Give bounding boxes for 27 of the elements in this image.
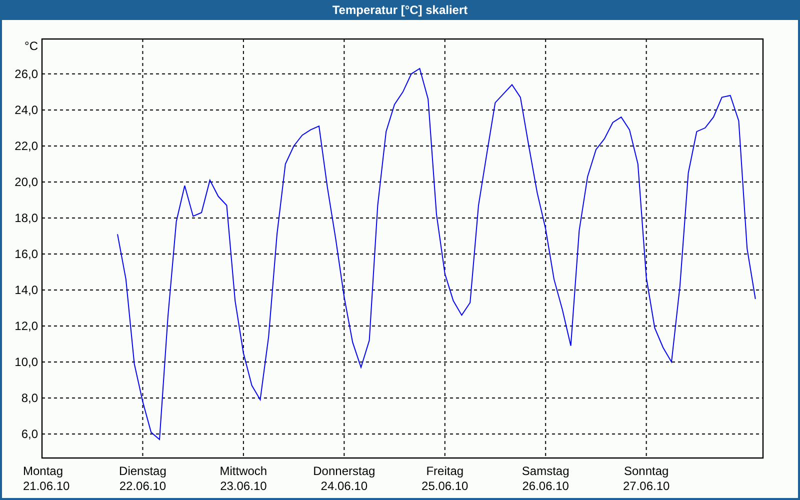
y-tick-label: 6,0 — [21, 427, 38, 442]
date-label: 26.06.10 — [522, 479, 569, 493]
date-label: 21.06.10 — [23, 479, 70, 493]
y-tick-label: 10,0 — [14, 355, 38, 370]
y-tick-label: 14,0 — [14, 283, 38, 297]
y-axis-unit: °C — [24, 39, 38, 53]
day-label: Samstag — [522, 464, 570, 478]
y-tick-label: 22,0 — [14, 138, 38, 153]
window-title: Temperatur [°C] skaliert — [0, 0, 800, 20]
y-tick-label: 18,0 — [14, 210, 38, 225]
y-tick-label: 20,0 — [14, 174, 38, 189]
y-tick-label: 16,0 — [14, 247, 38, 261]
y-tick-label: 26,0 — [14, 66, 38, 81]
date-label: 25.06.10 — [422, 479, 468, 493]
day-label: Sonntag — [624, 464, 669, 478]
y-tick-label: 8,0 — [21, 391, 38, 406]
day-label: Dienstag — [119, 464, 166, 478]
day-label: Mittwoch — [220, 464, 268, 478]
day-label: Montag — [23, 464, 64, 478]
day-label: Freitag — [426, 464, 464, 478]
day-label: Donnerstag — [313, 464, 376, 478]
y-tick-label: 12,0 — [14, 319, 38, 334]
date-label: 23.06.10 — [220, 479, 267, 493]
y-tick-label: 24,0 — [14, 102, 38, 117]
date-label: 27.06.10 — [622, 479, 670, 493]
date-label: 22.06.10 — [119, 479, 166, 493]
date-label: 24.06.10 — [320, 479, 368, 493]
